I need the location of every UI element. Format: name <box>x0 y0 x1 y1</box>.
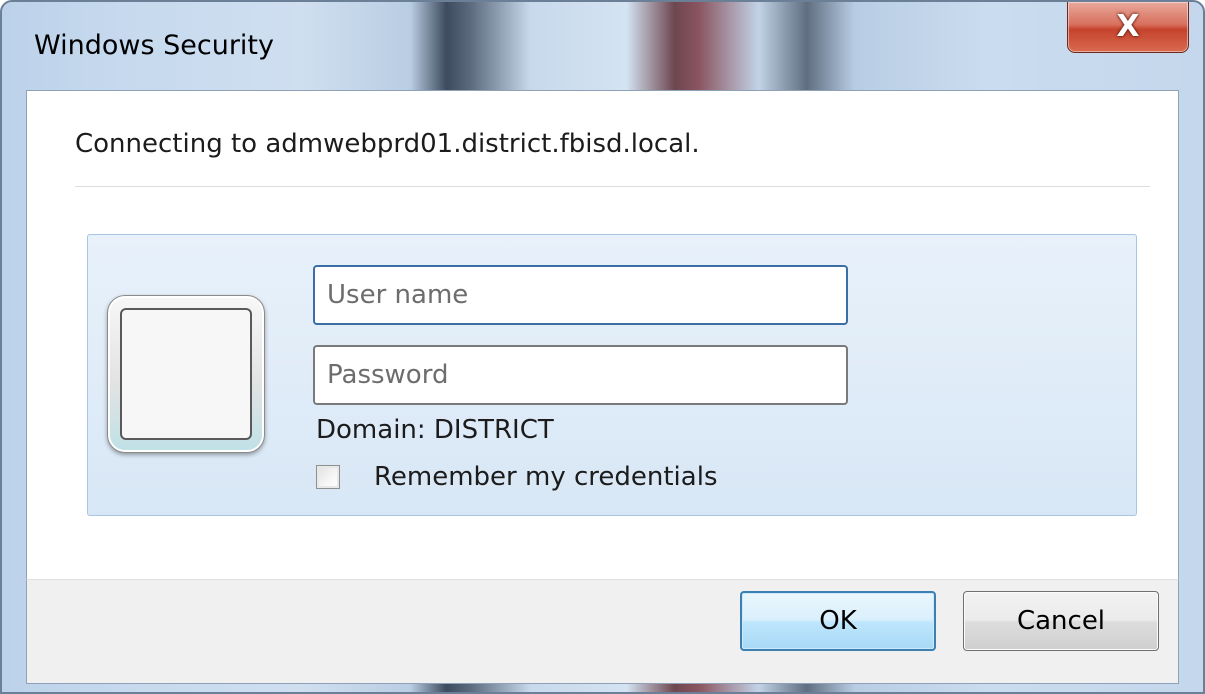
remember-credentials-checkbox[interactable] <box>316 465 340 489</box>
credential-panel: Domain: DISTRICT Remember my credentials <box>87 234 1137 516</box>
connecting-message: Connecting to admwebprd01.district.fbisd… <box>75 129 700 159</box>
close-icon: X <box>1116 9 1140 44</box>
domain-label: Domain: DISTRICT <box>316 415 554 445</box>
dialog-footer: OK Cancel <box>26 579 1179 684</box>
ok-button[interactable]: OK <box>740 591 936 651</box>
user-tile-icon <box>107 295 265 453</box>
remember-credentials-label[interactable]: Remember my credentials <box>374 462 717 492</box>
dialog-content: Connecting to admwebprd01.district.fbisd… <box>26 90 1179 580</box>
windows-security-dialog: Windows Security X Connecting to admwebp… <box>0 0 1205 694</box>
username-input[interactable] <box>313 265 848 325</box>
remember-credentials-row[interactable]: Remember my credentials <box>316 457 717 497</box>
cancel-button[interactable]: Cancel <box>963 591 1159 651</box>
user-tile-frame <box>120 308 252 440</box>
password-input[interactable] <box>313 345 848 405</box>
title-bar[interactable]: Windows Security X <box>2 2 1203 90</box>
divider <box>75 186 1150 187</box>
window-title: Windows Security <box>34 30 274 61</box>
close-button[interactable]: X <box>1067 2 1189 53</box>
